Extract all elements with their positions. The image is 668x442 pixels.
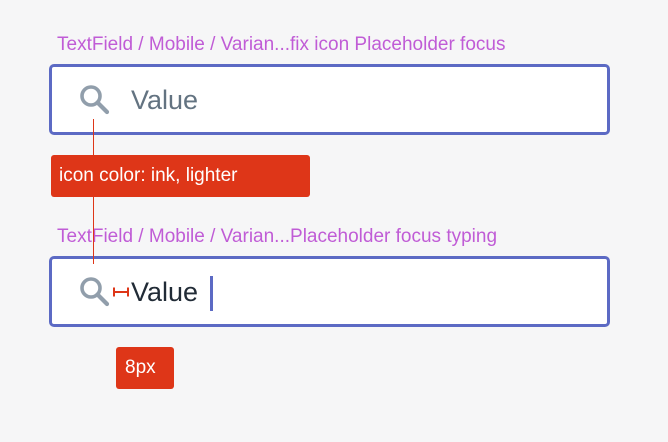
annotation-spacing-badge: 8px [116,347,174,389]
annotation-icon-color-badge: icon color: ink, lighter [51,155,310,197]
spacing-marker-icon [113,287,129,297]
placeholder-text: Value [131,85,199,115]
text-caret [210,276,213,311]
search-icon [80,277,110,307]
search-icon [80,85,110,115]
frame-label-focus-typing: TextField / Mobile / Varian...Placeholde… [57,226,498,247]
frame-label-placeholder-focus: TextField / Mobile / Varian...fix icon P… [57,34,506,55]
typed-value-text: Value [131,277,199,307]
